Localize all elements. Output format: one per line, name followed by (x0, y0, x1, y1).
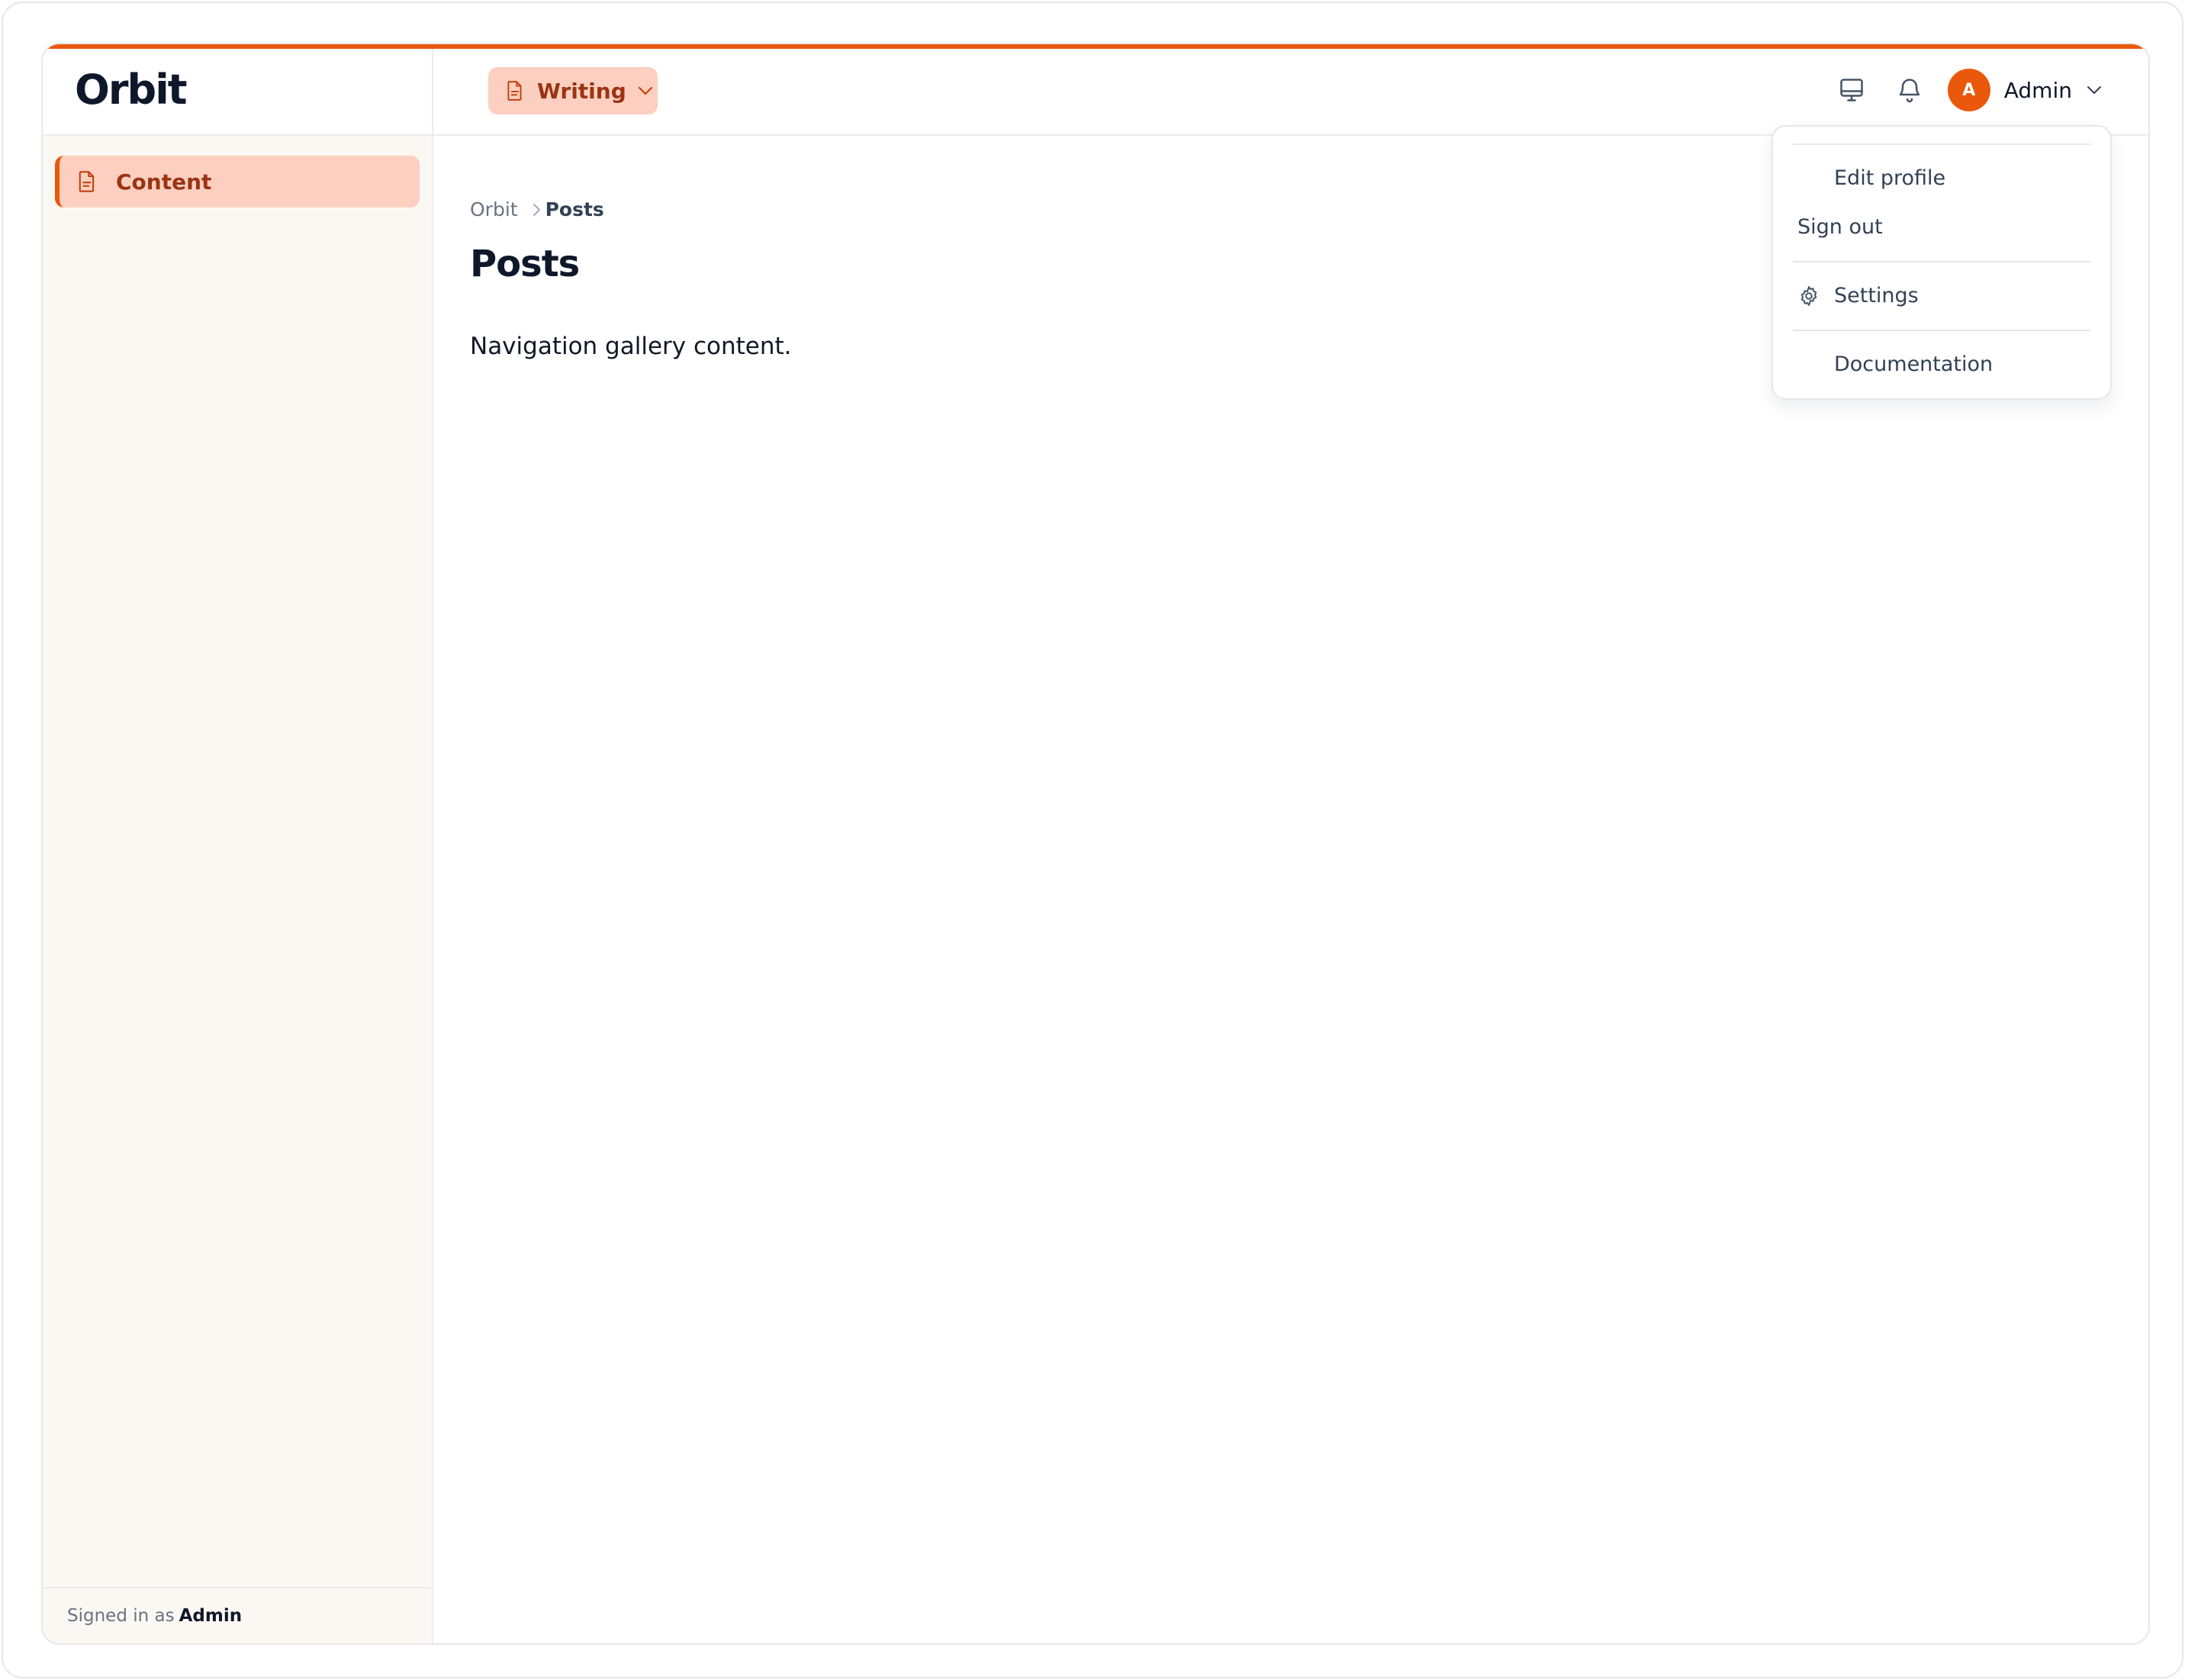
brand-logo[interactable]: Orbit (75, 66, 188, 114)
page-body-text: Navigation gallery content. (470, 333, 792, 360)
gear-icon (1797, 285, 1820, 307)
sidebar-item-label: Content (116, 169, 212, 195)
document-icon (505, 80, 525, 101)
sidebar-item-content[interactable]: Content (55, 156, 420, 208)
workspace-switcher-button[interactable]: Writing (488, 67, 658, 114)
breadcrumb-root-link[interactable]: Orbit (470, 198, 518, 220)
monitor-icon[interactable] (1835, 73, 1868, 107)
menu-item-settings[interactable]: Settings (1797, 284, 1919, 307)
menu-divider (1793, 143, 2090, 145)
sidebar: Orbit Content Signed in as Admin (43, 49, 433, 1643)
signed-in-prefix: Signed in as (67, 1606, 175, 1626)
menu-item-documentation[interactable]: Documentation (1834, 352, 1993, 376)
user-name[interactable]: Admin (2004, 78, 2072, 103)
menu-item-sign-out[interactable]: Sign out (1797, 215, 1883, 239)
brand-area: Orbit (43, 49, 432, 136)
avatar[interactable]: A (1947, 69, 1990, 111)
menu-item-edit-profile[interactable]: Edit profile (1834, 166, 1945, 190)
page-title: Posts (470, 243, 580, 285)
chevron-down-icon (637, 85, 654, 96)
window-frame: Orbit Content Signed in as Admin Writing… (2, 2, 2183, 1678)
document-icon (76, 170, 98, 193)
chevron-down-icon[interactable] (2086, 85, 2103, 95)
signed-in-status: Signed in as Admin (43, 1587, 432, 1643)
chevron-right-icon (532, 202, 541, 217)
menu-divider (1793, 261, 2090, 262)
menu-item-label: Settings (1834, 284, 1919, 307)
breadcrumb-current: Posts (545, 198, 604, 220)
header-actions: A Admin (1835, 66, 2103, 114)
top-header: Writing A Admin (433, 49, 2148, 136)
signed-in-user: Admin (179, 1606, 243, 1626)
menu-divider (1793, 330, 2090, 331)
user-menu-dropdown: Edit profile Sign out Settings Documenta… (1771, 125, 2112, 400)
bell-icon[interactable] (1893, 73, 1926, 107)
breadcrumb: Orbit Posts (470, 198, 604, 220)
workspace-label: Writing (537, 78, 626, 104)
